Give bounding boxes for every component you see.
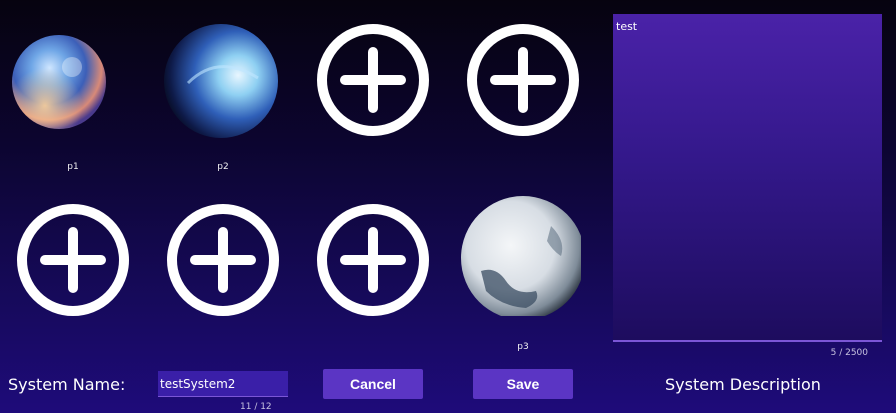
planet-label-8: p3 bbox=[517, 342, 529, 352]
nebula-planet-icon bbox=[12, 35, 106, 129]
add-circle-icon bbox=[317, 204, 429, 316]
ice-planet-icon bbox=[461, 196, 581, 316]
description-text: test bbox=[616, 20, 638, 33]
planet-slot-8[interactable] bbox=[461, 196, 581, 316]
system-description-label: System Description bbox=[665, 375, 821, 394]
blue-swirl-planet-icon bbox=[164, 24, 278, 138]
system-name-input[interactable] bbox=[158, 371, 288, 397]
system-description-textarea[interactable]: test bbox=[613, 14, 882, 342]
system-name-label: System Name: bbox=[8, 375, 126, 394]
planet-label-2: p2 bbox=[217, 162, 229, 172]
planet-label-1: p1 bbox=[67, 162, 79, 172]
cancel-button[interactable]: Cancel bbox=[323, 369, 423, 399]
add-circle-icon bbox=[17, 204, 129, 316]
add-planet-slot-5[interactable] bbox=[13, 200, 133, 320]
add-circle-icon bbox=[167, 204, 279, 316]
add-circle-icon bbox=[317, 24, 429, 136]
add-planet-slot-6[interactable] bbox=[163, 200, 283, 320]
add-planet-slot-3[interactable] bbox=[313, 20, 433, 140]
description-char-counter: 5 / 2500 bbox=[830, 348, 868, 358]
save-button[interactable]: Save bbox=[473, 369, 573, 399]
add-planet-slot-7[interactable] bbox=[313, 200, 433, 320]
add-planet-slot-4[interactable] bbox=[463, 20, 583, 140]
add-circle-icon bbox=[467, 24, 579, 136]
planet-slot-2[interactable] bbox=[163, 23, 283, 143]
system-name-char-counter: 11 / 12 bbox=[240, 402, 272, 412]
planet-slot-1[interactable] bbox=[12, 27, 132, 147]
